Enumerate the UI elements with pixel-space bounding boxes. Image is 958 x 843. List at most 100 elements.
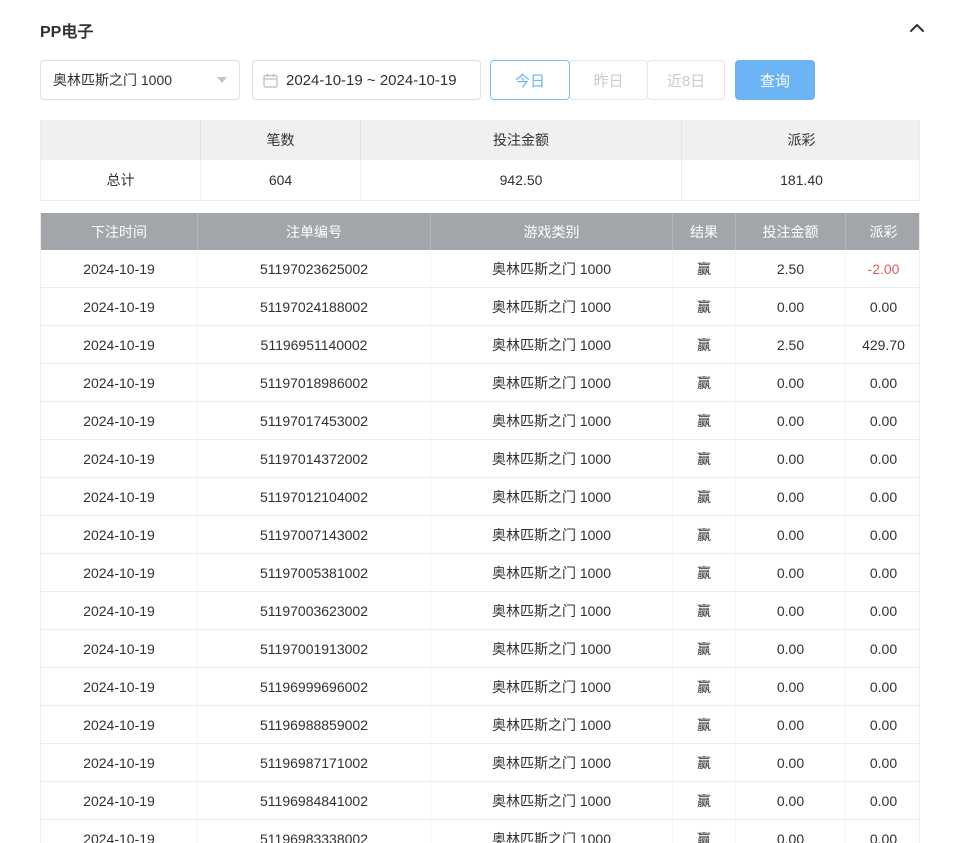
table-row: 2024-10-1951196987171002奥林匹斯之门 1000赢0.00… xyxy=(41,744,919,782)
cell-bet-amount: 0.00 xyxy=(736,820,846,843)
cell-bet-time: 2024-10-19 xyxy=(41,592,198,629)
cell-payout: 0.00 xyxy=(846,782,921,819)
cell-order-id: 51197023625002 xyxy=(198,250,431,287)
table-body: 2024-10-1951197023625002奥林匹斯之门 1000赢2.50… xyxy=(41,250,919,843)
table-row: 2024-10-1951197014372002奥林匹斯之门 1000赢0.00… xyxy=(41,440,919,478)
table-row: 2024-10-1951197018986002奥林匹斯之门 1000赢0.00… xyxy=(41,364,919,402)
quick-button-yesterday[interactable]: 昨日 xyxy=(569,60,648,100)
table-row: 2024-10-1951197024188002奥林匹斯之门 1000赢0.00… xyxy=(41,288,919,326)
cell-bet-time: 2024-10-19 xyxy=(41,516,198,553)
header-bet-amount: 投注金额 xyxy=(736,213,846,250)
cell-result: 赢 xyxy=(673,668,736,705)
section-header: PP电子 xyxy=(40,18,926,42)
cell-result: 赢 xyxy=(673,402,736,439)
summary-total-payout: 181.40 xyxy=(682,160,921,200)
filter-bar: 奥林匹斯之门 1000 2024-10-19 ~ 2024-10-19 今日 昨… xyxy=(40,60,815,100)
table-row: 2024-10-1951197005381002奥林匹斯之门 1000赢0.00… xyxy=(41,554,919,592)
search-button[interactable]: 查询 xyxy=(735,60,815,100)
cell-game-type: 奥林匹斯之门 1000 xyxy=(431,744,673,781)
cell-payout: 0.00 xyxy=(846,820,921,843)
cell-order-id: 51197014372002 xyxy=(198,440,431,477)
summary-total-bet-amount: 942.50 xyxy=(361,160,682,200)
table-row: 2024-10-1951197012104002奥林匹斯之门 1000赢0.00… xyxy=(41,478,919,516)
cell-payout: 0.00 xyxy=(846,516,921,553)
cell-bet-time: 2024-10-19 xyxy=(41,744,198,781)
table-row: 2024-10-1951196984841002奥林匹斯之门 1000赢0.00… xyxy=(41,782,919,820)
cell-order-id: 51197024188002 xyxy=(198,288,431,325)
calendar-icon xyxy=(263,73,278,88)
table-row: 2024-10-1951197017453002奥林匹斯之门 1000赢0.00… xyxy=(41,402,919,440)
cell-bet-amount: 0.00 xyxy=(736,554,846,591)
cell-result: 赢 xyxy=(673,288,736,325)
cell-result: 赢 xyxy=(673,250,736,287)
cell-order-id: 51197018986002 xyxy=(198,364,431,401)
cell-result: 赢 xyxy=(673,440,736,477)
cell-bet-time: 2024-10-19 xyxy=(41,706,198,743)
cell-bet-amount: 0.00 xyxy=(736,592,846,629)
header-bet-time: 下注时间 xyxy=(41,213,198,250)
game-select-value: 奥林匹斯之门 1000 xyxy=(53,70,172,90)
header-payout: 派彩 xyxy=(846,213,921,250)
summary-header-bet-amount: 投注金额 xyxy=(361,120,682,160)
table-row: 2024-10-1951196983338002奥林匹斯之门 1000赢0.00… xyxy=(41,820,919,843)
cell-payout: 0.00 xyxy=(846,744,921,781)
cell-payout: 0.00 xyxy=(846,364,921,401)
bets-table: 下注时间 注单编号 游戏类别 结果 投注金额 派彩 2024-10-195119… xyxy=(40,213,920,843)
cell-result: 赢 xyxy=(673,782,736,819)
cell-bet-time: 2024-10-19 xyxy=(41,326,198,363)
cell-bet-time: 2024-10-19 xyxy=(41,402,198,439)
quick-button-last8days[interactable]: 近8日 xyxy=(647,60,725,100)
summary-header-row: 笔数 投注金额 派彩 xyxy=(41,120,919,160)
cell-bet-amount: 0.00 xyxy=(736,744,846,781)
cell-payout: 0.00 xyxy=(846,402,921,439)
cell-bet-amount: 2.50 xyxy=(736,250,846,287)
chevron-up-icon xyxy=(908,21,926,40)
cell-bet-time: 2024-10-19 xyxy=(41,288,198,325)
cell-result: 赢 xyxy=(673,516,736,553)
cell-order-id: 51197001913002 xyxy=(198,630,431,667)
cell-order-id: 51196984841002 xyxy=(198,782,431,819)
cell-result: 赢 xyxy=(673,744,736,781)
cell-game-type: 奥林匹斯之门 1000 xyxy=(431,288,673,325)
summary-total-count: 604 xyxy=(201,160,361,200)
cell-order-id: 51196951140002 xyxy=(198,326,431,363)
cell-game-type: 奥林匹斯之门 1000 xyxy=(431,516,673,553)
cell-bet-amount: 0.00 xyxy=(736,630,846,667)
cell-result: 赢 xyxy=(673,478,736,515)
cell-result: 赢 xyxy=(673,820,736,843)
game-select[interactable]: 奥林匹斯之门 1000 xyxy=(40,60,240,100)
table-header-row: 下注时间 注单编号 游戏类别 结果 投注金额 派彩 xyxy=(41,213,919,250)
cell-payout: 0.00 xyxy=(846,592,921,629)
cell-payout: 0.00 xyxy=(846,554,921,591)
cell-bet-time: 2024-10-19 xyxy=(41,364,198,401)
table-row: 2024-10-1951197001913002奥林匹斯之门 1000赢0.00… xyxy=(41,630,919,668)
cell-order-id: 51197003623002 xyxy=(198,592,431,629)
cell-order-id: 51196983338002 xyxy=(198,820,431,843)
summary-header-empty xyxy=(41,120,201,160)
cell-game-type: 奥林匹斯之门 1000 xyxy=(431,592,673,629)
cell-game-type: 奥林匹斯之门 1000 xyxy=(431,630,673,667)
cell-bet-amount: 0.00 xyxy=(736,364,846,401)
date-range-picker[interactable]: 2024-10-19 ~ 2024-10-19 xyxy=(252,60,481,100)
summary-header-payout: 派彩 xyxy=(682,120,921,160)
table-row: 2024-10-1951197003623002奥林匹斯之门 1000赢0.00… xyxy=(41,592,919,630)
quick-button-today[interactable]: 今日 xyxy=(490,60,570,100)
cell-order-id: 51196999696002 xyxy=(198,668,431,705)
table-row: 2024-10-1951196988859002奥林匹斯之门 1000赢0.00… xyxy=(41,706,919,744)
collapse-button[interactable] xyxy=(908,21,926,40)
cell-result: 赢 xyxy=(673,364,736,401)
cell-payout: 0.00 xyxy=(846,288,921,325)
cell-game-type: 奥林匹斯之门 1000 xyxy=(431,364,673,401)
cell-game-type: 奥林匹斯之门 1000 xyxy=(431,820,673,843)
cell-payout: 429.70 xyxy=(846,326,921,363)
cell-payout: 0.00 xyxy=(846,440,921,477)
cell-bet-amount: 0.00 xyxy=(736,288,846,325)
cell-bet-time: 2024-10-19 xyxy=(41,250,198,287)
table-row: 2024-10-1951196951140002奥林匹斯之门 1000赢2.50… xyxy=(41,326,919,364)
cell-order-id: 51197017453002 xyxy=(198,402,431,439)
cell-bet-time: 2024-10-19 xyxy=(41,782,198,819)
cell-payout: 0.00 xyxy=(846,630,921,667)
table-row: 2024-10-1951197007143002奥林匹斯之门 1000赢0.00… xyxy=(41,516,919,554)
cell-bet-amount: 0.00 xyxy=(736,516,846,553)
cell-bet-amount: 2.50 xyxy=(736,326,846,363)
